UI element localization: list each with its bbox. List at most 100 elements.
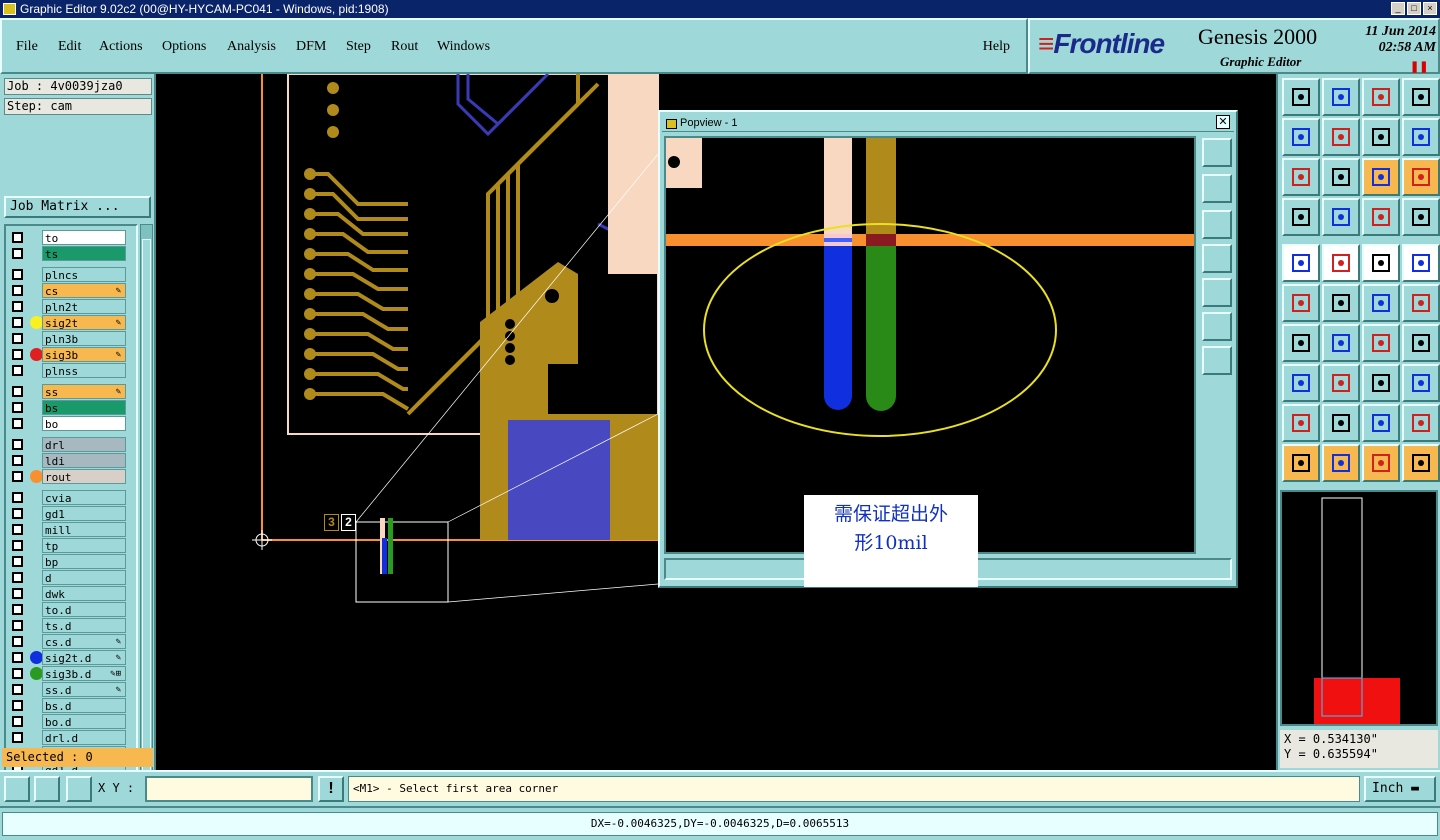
menu-file[interactable]: File: [16, 39, 38, 55]
group-icon[interactable]: [1402, 364, 1440, 402]
layer-name[interactable]: bs: [42, 400, 126, 415]
layer-checkbox[interactable]: [12, 732, 23, 743]
layer-checkbox[interactable]: [12, 317, 23, 328]
layer-name[interactable]: pln2t: [42, 299, 126, 314]
layer-scrollbar[interactable]: [140, 224, 153, 818]
scroll-thumb[interactable]: [142, 239, 151, 799]
layer-name[interactable]: rout: [42, 469, 126, 484]
layer-name[interactable]: d: [42, 570, 126, 585]
edit-tools-icon[interactable]: [1282, 198, 1320, 236]
slope-icon[interactable]: [1322, 324, 1360, 362]
fill-icon[interactable]: [1402, 404, 1440, 442]
layer-name[interactable]: ss.d ✎: [42, 682, 126, 697]
popview-canvas[interactable]: [664, 136, 1196, 554]
net-icon[interactable]: [1402, 444, 1440, 482]
layer-name[interactable]: sig2t ✎: [42, 315, 126, 330]
layer-name[interactable]: plnss: [42, 363, 126, 378]
pause-icon[interactable]: ❚❚: [1410, 60, 1428, 73]
layer-checkbox[interactable]: [12, 269, 23, 280]
bridge-icon[interactable]: [1322, 364, 1360, 402]
layer-checkbox[interactable]: [12, 556, 23, 567]
popview-left-icon[interactable]: [1202, 244, 1232, 273]
layer-row-pln2t[interactable]: pln2t: [8, 299, 128, 314]
layer-row-bo-d[interactable]: bo.d: [8, 714, 128, 729]
layer-name[interactable]: bs.d: [42, 698, 126, 713]
layer-row-drl-d[interactable]: drl.d: [8, 730, 128, 745]
job-matrix-button[interactable]: Job Matrix ...: [4, 196, 151, 218]
layer-checkbox[interactable]: [12, 508, 23, 519]
layer-checkbox[interactable]: [12, 588, 23, 599]
mini-map[interactable]: [1280, 490, 1438, 726]
layer-row-to-d[interactable]: to.d: [8, 602, 128, 617]
layer-checkbox[interactable]: [12, 301, 23, 312]
popview-zoom-in-icon[interactable]: [1202, 312, 1232, 341]
units-select[interactable]: Inch ▬: [1364, 776, 1436, 802]
layer-name[interactable]: ts: [42, 246, 126, 261]
paste-icon[interactable]: [1322, 78, 1360, 116]
layer-name[interactable]: bp: [42, 554, 126, 569]
layer-name[interactable]: plncs: [42, 267, 126, 282]
maximize-button[interactable]: □: [1407, 2, 1421, 15]
layer-name[interactable]: mill: [42, 522, 126, 537]
layer-name[interactable]: cs ✎: [42, 283, 126, 298]
arc-icon[interactable]: [1322, 404, 1360, 442]
layer-row-bs-d[interactable]: bs.d: [8, 698, 128, 713]
layer-name[interactable]: tp: [42, 538, 126, 553]
pad-icon[interactable]: [1402, 244, 1440, 282]
layer-checkbox[interactable]: [12, 418, 23, 429]
zoom-center-icon[interactable]: [1322, 158, 1360, 196]
zoom-fit-icon[interactable]: [1282, 158, 1320, 196]
menu-dfm[interactable]: DFM: [296, 39, 326, 55]
layer-checkbox[interactable]: [12, 439, 23, 450]
layer-checkbox[interactable]: [12, 402, 23, 413]
layer-row-bp[interactable]: bp: [8, 554, 128, 569]
layer-row-ts-d[interactable]: ts.d: [8, 618, 128, 633]
select-box-icon[interactable]: [1322, 444, 1360, 482]
layer-name[interactable]: bo.d: [42, 714, 126, 729]
layer-name[interactable]: sig2t.d ✎: [42, 650, 126, 665]
triangle-icon[interactable]: [1282, 404, 1320, 442]
layer-row-gd1[interactable]: gd1: [8, 506, 128, 521]
resize-icon[interactable]: [1362, 364, 1400, 402]
menu-edit[interactable]: Edit: [58, 39, 81, 55]
layer-row-ldi[interactable]: ldi: [8, 453, 128, 468]
flip-icon[interactable]: [1402, 118, 1440, 156]
layer-checkbox[interactable]: [12, 684, 23, 695]
pad-add-icon[interactable]: [1282, 364, 1320, 402]
xy-input[interactable]: [145, 776, 313, 802]
layer-checkbox[interactable]: [12, 636, 23, 647]
layer-checkbox[interactable]: [12, 572, 23, 583]
layer-name[interactable]: drl: [42, 437, 126, 452]
menu-windows[interactable]: Windows: [437, 39, 490, 55]
arch-icon[interactable]: [1362, 404, 1400, 442]
layer-checkbox[interactable]: [12, 652, 23, 663]
layer-row-tp[interactable]: tp: [8, 538, 128, 553]
layer-checkbox[interactable]: [12, 455, 23, 466]
layer-name[interactable]: gd1: [42, 506, 126, 521]
popview-up-icon[interactable]: [1202, 174, 1232, 203]
layer-name[interactable]: ss ✎: [42, 384, 126, 399]
layer-row-cs-d[interactable]: cs.d ✎: [8, 634, 128, 649]
rotate-icon[interactable]: [1362, 324, 1400, 362]
layer-name[interactable]: cvia: [42, 490, 126, 505]
layer-checkbox[interactable]: [12, 333, 23, 344]
ruler-icon[interactable]: [1362, 244, 1400, 282]
layer-checkbox[interactable]: [12, 524, 23, 535]
layer-name[interactable]: cs.d ✎: [42, 634, 126, 649]
layers-icon[interactable]: [1362, 198, 1400, 236]
line-tool-icon[interactable]: [1322, 244, 1360, 282]
layer-checkbox[interactable]: [12, 386, 23, 397]
layer-row-ts[interactable]: ts: [8, 246, 128, 261]
layer-row-bo[interactable]: bo: [8, 416, 128, 431]
layer-checkbox[interactable]: [12, 620, 23, 631]
popview-close-icon[interactable]: ✕: [1216, 115, 1230, 129]
cross-icon[interactable]: [1322, 284, 1360, 322]
layer-checkbox[interactable]: [12, 248, 23, 259]
angle-icon[interactable]: [1282, 324, 1320, 362]
layer-name[interactable]: dwk: [42, 586, 126, 601]
left-icon[interactable]: [1282, 118, 1320, 156]
snap-icon[interactable]: [4, 776, 30, 802]
layer-row-bs[interactable]: bs: [8, 400, 128, 415]
arrow-out-icon[interactable]: [1282, 244, 1320, 282]
popview-title-bar[interactable]: Popview - 1: [662, 114, 1234, 132]
